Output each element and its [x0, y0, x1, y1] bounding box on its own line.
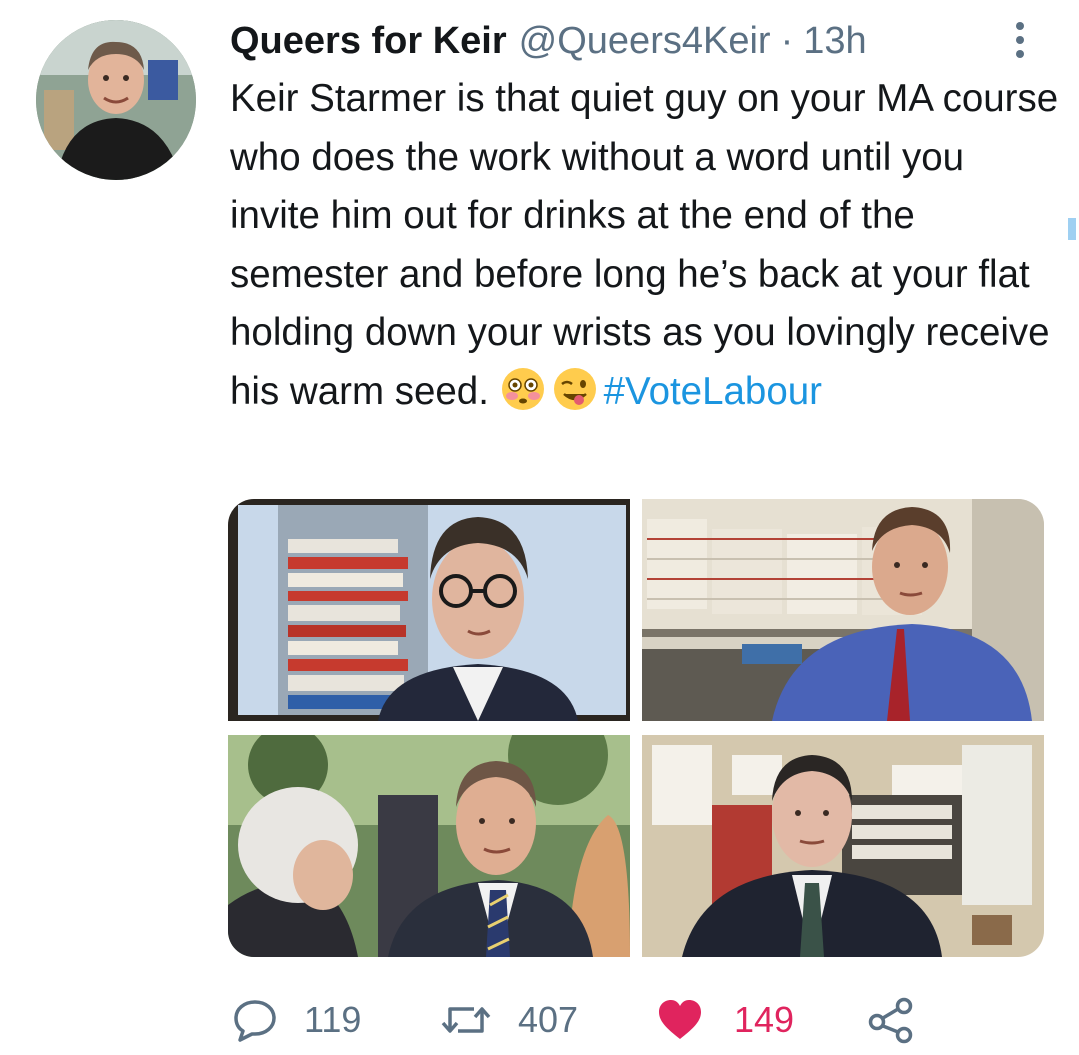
photo-man-office-desk[interactable] [642, 735, 1044, 957]
like-button[interactable]: 149 [656, 990, 794, 1050]
tweet-text: Keir Starmer is that quiet guy on your M… [230, 77, 1059, 413]
avatar[interactable] [36, 20, 196, 180]
photo-man-office-shelves[interactable] [642, 499, 1044, 721]
hashtag-link[interactable]: #VoteLabour [604, 370, 822, 413]
reply-count: 119 [304, 999, 362, 1040]
timestamp[interactable]: 13h [803, 16, 866, 66]
reply-button[interactable]: 119 [232, 990, 361, 1050]
retweet-button[interactable]: 407 [440, 990, 578, 1050]
retweet-count: 407 [518, 999, 579, 1040]
share-button[interactable] [866, 990, 916, 1050]
more-options-icon[interactable] [1008, 20, 1032, 60]
photo-man-crowd-outdoors[interactable] [228, 735, 630, 957]
user-handle[interactable]: @Queers4Keir [519, 16, 771, 66]
flushed-face-icon [500, 366, 546, 412]
retweet-icon [440, 997, 492, 1043]
like-count: 149 [734, 999, 795, 1040]
heart-icon [656, 997, 704, 1043]
tweet-header: Queers for Keir @Queers4Keir · 13h [230, 16, 867, 66]
photo-man-glasses-files[interactable] [228, 499, 630, 721]
scroll-indicator [1068, 218, 1076, 240]
winking-face-with-tongue-icon [552, 366, 598, 412]
share-icon [866, 995, 916, 1045]
separator-dot: · [780, 20, 794, 62]
avatar-image [36, 20, 196, 180]
tweet-body: Keir Starmer is that quiet guy on your M… [230, 70, 1060, 421]
tweet-actions: 119 407 149 [0, 990, 1079, 1050]
reply-icon [232, 997, 278, 1043]
display-name[interactable]: Queers for Keir [230, 16, 507, 66]
media-grid [228, 499, 1044, 957]
